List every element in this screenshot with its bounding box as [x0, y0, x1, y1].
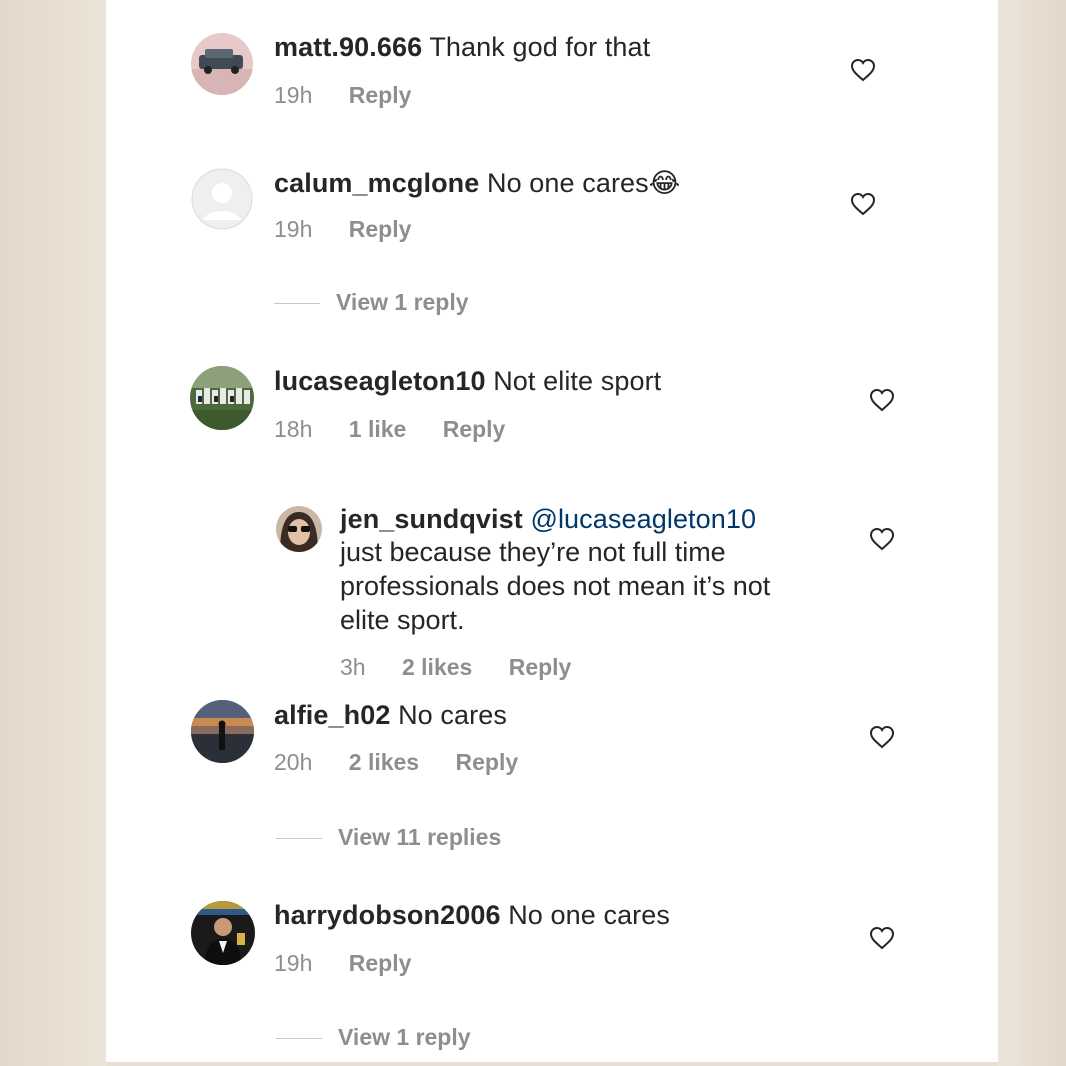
heart-icon[interactable] [869, 388, 895, 412]
laughing-emoji: 😂 [648, 168, 681, 198]
divider-dash [276, 838, 322, 840]
comment-text-line: just because they’re not full time [340, 537, 726, 567]
comment-line: jen_sundqvist @lucaseagleton10 [340, 504, 756, 535]
avatar[interactable] [190, 366, 254, 430]
comment-meta: 18h 1 like Reply [274, 416, 535, 443]
view-replies-button[interactable]: View 11 replies [276, 824, 501, 851]
comment-item: lucaseagleton10 Not elite sport 18h 1 li… [106, 330, 998, 480]
reply-button[interactable]: Reply [349, 82, 412, 108]
reply-item: jen_sundqvist @lucaseagleton10 just beca… [106, 480, 998, 690]
username-link[interactable]: lucaseagleton10 [274, 366, 486, 396]
divider-dash [276, 1038, 322, 1040]
reply-button[interactable]: Reply [349, 216, 412, 242]
comment-line: harrydobson2006 No one cares [274, 900, 670, 931]
default-avatar-icon [191, 168, 253, 230]
comment-text-line: professionals does not mean it’s not [340, 571, 771, 601]
comment-item: matt.90.666 Thank god for that 19h Reply [106, 0, 998, 130]
comment-line: matt.90.666 Thank god for that [274, 32, 650, 63]
comment-meta: 20h 2 likes Reply [274, 749, 548, 776]
comment-text: No one cares [508, 900, 670, 930]
heart-icon[interactable] [850, 192, 876, 216]
avatar[interactable] [276, 506, 322, 552]
comment-text: just because they’re not full time profe… [340, 535, 770, 637]
avatar[interactable] [191, 700, 254, 763]
view-replies-button[interactable]: View 1 reply [274, 289, 469, 316]
timestamp: 18h [274, 416, 313, 442]
comment-text: Not elite sport [493, 366, 662, 396]
heart-icon[interactable] [869, 926, 895, 950]
comment-item: alfie_h02 No cares 20h 2 likes Reply Vie… [106, 690, 998, 870]
comment-text: No one cares [486, 168, 649, 198]
team-photo-avatar-icon [190, 366, 254, 430]
person-sunglasses-avatar-icon [276, 506, 322, 552]
timestamp: 19h [274, 950, 313, 976]
mention-link[interactable]: @lucaseagleton10 [530, 504, 756, 534]
username-link[interactable]: calum_mcglone [274, 168, 479, 198]
heart-icon[interactable] [850, 58, 876, 82]
comment-line: alfie_h02 No cares [274, 700, 507, 731]
avatar[interactable] [191, 901, 255, 965]
view-replies-label: View 1 reply [336, 289, 469, 315]
avatar[interactable] [191, 33, 253, 95]
background-right [998, 0, 1066, 1066]
username-link[interactable]: jen_sundqvist [340, 504, 523, 534]
divider-dash [274, 303, 320, 305]
timestamp: 3h [340, 654, 366, 680]
comment-line: calum_mcglone No one cares😂 [274, 168, 680, 199]
timestamp: 19h [274, 216, 313, 242]
heart-icon[interactable] [869, 725, 895, 749]
likes-count[interactable]: 2 likes [402, 654, 472, 680]
comments-panel: matt.90.666 Thank god for that 19h Reply… [106, 0, 998, 1062]
background-left [0, 0, 106, 1066]
view-replies-button[interactable]: View 1 reply [276, 1024, 471, 1051]
comment-meta: 19h Reply [274, 950, 441, 977]
comment-item: calum_mcglone No one cares😂 19h Reply Vi… [106, 130, 998, 330]
likes-count[interactable]: 2 likes [349, 749, 419, 775]
reply-button[interactable]: Reply [443, 416, 506, 442]
heart-icon[interactable] [869, 527, 895, 551]
reply-button[interactable]: Reply [456, 749, 519, 775]
car-avatar-icon [191, 33, 253, 95]
comment-item: harrydobson2006 No one cares 19h Reply V… [106, 870, 998, 1062]
reply-button[interactable]: Reply [509, 654, 572, 680]
username-link[interactable]: matt.90.666 [274, 32, 422, 62]
comment-text: Thank god for that [429, 32, 651, 62]
comment-text: No cares [398, 700, 507, 730]
comment-line: lucaseagleton10 Not elite sport [274, 366, 661, 397]
comment-meta: 3h 2 likes Reply [340, 654, 601, 681]
reply-button[interactable]: Reply [349, 950, 412, 976]
timestamp: 19h [274, 82, 313, 108]
likes-count[interactable]: 1 like [349, 416, 407, 442]
suit-avatar-icon [191, 901, 255, 965]
sunset-avatar-icon [191, 700, 254, 763]
avatar[interactable] [191, 168, 253, 230]
username-link[interactable]: harrydobson2006 [274, 900, 501, 930]
comment-meta: 19h Reply [274, 216, 441, 243]
view-replies-label: View 1 reply [338, 1024, 471, 1050]
comment-meta: 19h Reply [274, 82, 441, 109]
comment-text-line: elite sport. [340, 605, 465, 635]
view-replies-label: View 11 replies [338, 824, 502, 850]
username-link[interactable]: alfie_h02 [274, 700, 390, 730]
timestamp: 20h [274, 749, 313, 775]
